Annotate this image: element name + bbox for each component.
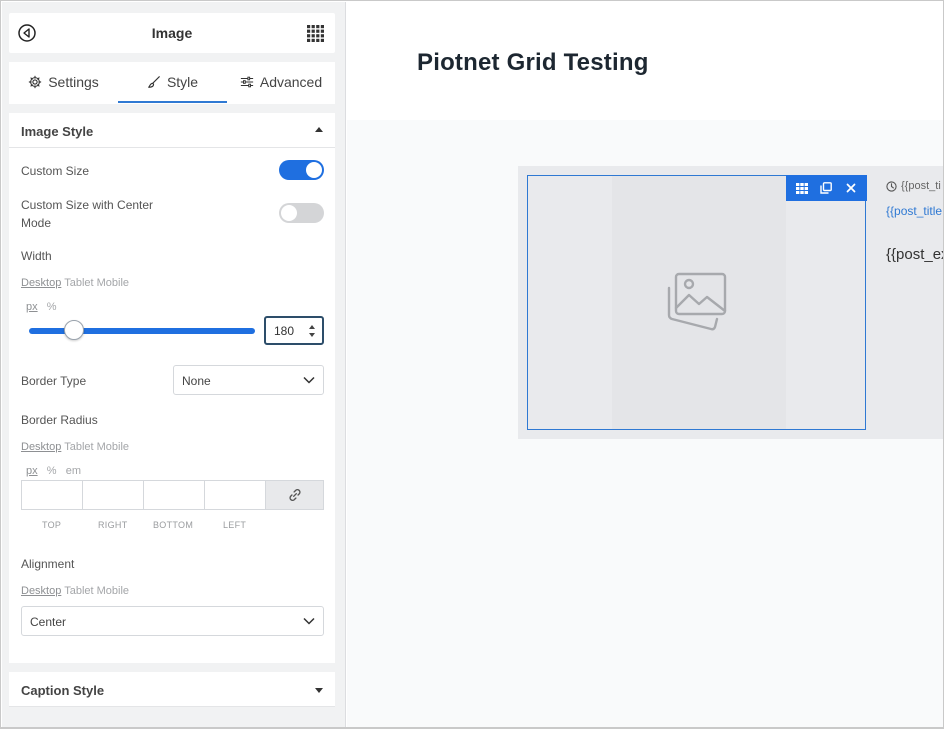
- alignment-select[interactable]: Center: [21, 606, 324, 636]
- radius-unit-switcher: px % em: [26, 465, 81, 477]
- device-desktop[interactable]: Desktop: [21, 277, 61, 289]
- device-mobile[interactable]: Mobile: [97, 277, 129, 289]
- alignment-value: Center: [30, 615, 67, 629]
- sidebar-title: Image: [151, 25, 193, 41]
- width-slider-track[interactable]: [29, 328, 255, 334]
- custom-size-center-toggle[interactable]: [279, 203, 324, 223]
- sliders-icon: [240, 76, 253, 88]
- gear-icon: [28, 75, 42, 89]
- widget-toolbar: [786, 175, 867, 201]
- device-tablet[interactable]: Tablet: [64, 441, 93, 453]
- post-date-text: {{post_ti: [901, 180, 941, 192]
- apps-grid-icon[interactable]: [306, 24, 324, 42]
- caption-style-heading: Caption Style: [21, 683, 105, 698]
- grid-item-card: {{post_ti {{post_title {{post_ex: [518, 166, 944, 439]
- custom-size-center-label-line2: Mode: [21, 216, 52, 230]
- chevron-down-icon: [303, 617, 315, 625]
- width-device-switcher: Desktop Tablet Mobile: [21, 277, 129, 289]
- spinner-arrows-icon[interactable]: [308, 323, 316, 339]
- image-placeholder-icon: [667, 272, 727, 331]
- width-number-input[interactable]: 180: [264, 316, 324, 345]
- panel-tabs: Settings Style Advanced: [9, 62, 335, 104]
- device-tablet[interactable]: Tablet: [64, 277, 93, 289]
- custom-size-label: Custom Size: [21, 164, 90, 178]
- alignment-label: Alignment: [21, 557, 75, 571]
- post-title-link[interactable]: {{post_title: [886, 204, 942, 218]
- preview-canvas: Piotnet Grid Testing {{post_ti {{post_ti…: [347, 2, 944, 727]
- image-widget[interactable]: [527, 175, 867, 430]
- tab-settings[interactable]: Settings: [9, 62, 118, 102]
- radius-device-switcher: Desktop Tablet Mobile: [21, 441, 129, 453]
- page-title: Piotnet Grid Testing: [417, 49, 649, 76]
- radius-bottom-input[interactable]: [144, 481, 205, 509]
- editor-sidebar: Image Settings Style Advanced Image Styl…: [2, 2, 346, 727]
- radius-left-input[interactable]: [205, 481, 266, 509]
- chevron-down-icon: [303, 376, 315, 384]
- close-icon[interactable]: [844, 181, 858, 195]
- post-meta: {{post_ti: [886, 180, 941, 192]
- border-radius-label: Border Radius: [21, 413, 98, 427]
- image-style-panel: Image Style Custom Size Custom Size with…: [9, 113, 335, 663]
- radius-right-input[interactable]: [83, 481, 144, 509]
- custom-size-toggle[interactable]: [279, 160, 324, 180]
- tab-style[interactable]: Style: [118, 62, 227, 103]
- device-desktop[interactable]: Desktop: [21, 441, 61, 453]
- caption-style-header[interactable]: Caption Style: [9, 672, 335, 707]
- width-value: 180: [274, 324, 295, 338]
- tab-advanced[interactable]: Advanced: [227, 62, 335, 102]
- radius-right-label: RIGHT: [98, 520, 128, 530]
- page-header-area: Piotnet Grid Testing: [347, 2, 943, 120]
- border-type-value: None: [182, 374, 211, 388]
- tab-settings-label: Settings: [48, 74, 99, 90]
- duplicate-icon[interactable]: [819, 181, 833, 195]
- post-excerpt: {{post_ex: [886, 246, 944, 263]
- toggle-knob: [281, 205, 297, 221]
- table-icon[interactable]: [795, 181, 809, 195]
- device-mobile[interactable]: Mobile: [97, 441, 129, 453]
- tab-advanced-label: Advanced: [259, 74, 323, 90]
- border-radius-inputs: [21, 480, 324, 510]
- unit-percent[interactable]: %: [47, 465, 57, 477]
- image-style-header[interactable]: Image Style: [9, 113, 335, 148]
- app-frame: Image Settings Style Advanced Image Styl…: [0, 0, 944, 729]
- width-slider-handle[interactable]: [64, 320, 85, 340]
- border-type-select[interactable]: None: [173, 365, 324, 395]
- unit-px[interactable]: px: [26, 465, 38, 477]
- alignment-device-switcher: Desktop Tablet Mobile: [21, 585, 129, 597]
- unit-percent[interactable]: %: [47, 301, 57, 313]
- radius-top-input[interactable]: [22, 481, 83, 509]
- unit-em[interactable]: em: [66, 465, 81, 477]
- tab-style-label: Style: [166, 74, 199, 90]
- border-type-label: Border Type: [21, 374, 87, 388]
- custom-size-center-label: Custom Size with Center: [21, 198, 154, 212]
- sidebar-header: Image: [9, 13, 335, 53]
- radius-top-label: TOP: [42, 520, 62, 530]
- unit-px[interactable]: px: [26, 301, 38, 313]
- device-mobile[interactable]: Mobile: [97, 585, 129, 597]
- link-icon: [288, 488, 301, 502]
- image-style-heading: Image Style: [21, 124, 94, 139]
- link-values-button[interactable]: [266, 481, 323, 509]
- radius-bottom-label: BOTTOM: [153, 520, 194, 530]
- width-unit-switcher: px %: [26, 301, 57, 313]
- brush-icon: [148, 76, 160, 88]
- radius-left-label: LEFT: [223, 520, 247, 530]
- toggle-knob: [306, 162, 322, 178]
- device-desktop[interactable]: Desktop: [21, 585, 61, 597]
- clock-icon: [886, 180, 897, 192]
- width-label: Width: [21, 249, 52, 263]
- caret-up-icon: [315, 127, 323, 132]
- device-tablet[interactable]: Tablet: [64, 585, 93, 597]
- caret-down-icon: [315, 688, 323, 693]
